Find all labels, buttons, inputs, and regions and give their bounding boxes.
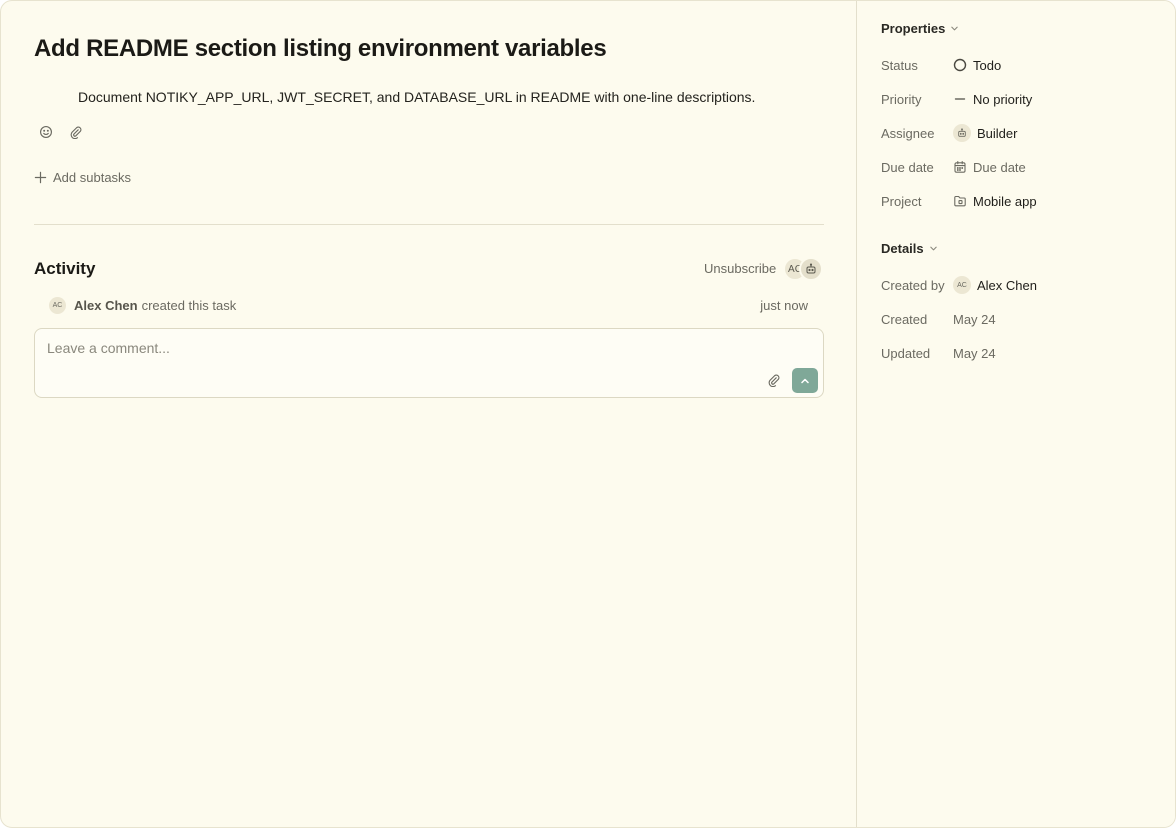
priority-dash-icon [953,92,967,106]
section-divider [34,224,824,225]
due-date-value: Due date [973,159,1026,175]
detail-created-by: Created by AC Alex Chen [881,275,1037,295]
property-status: Status Todo [881,55,1001,75]
bot-icon [958,128,966,137]
property-label: Status [881,57,918,73]
property-label: Updated [881,345,931,361]
send-comment-button[interactable] [792,368,818,393]
created-value: May 24 [953,311,996,327]
status-value: Todo [973,57,1002,73]
bot-avatar [953,124,971,142]
task-main-panel: Add README section listing environment v… [1,1,857,827]
created-by-value: Alex Chen [977,277,1037,293]
paperclip-icon [768,374,780,388]
event-time: just now [760,297,808,313]
assignee-value: Builder [977,125,1018,141]
comment-attach-button[interactable] [767,373,783,389]
property-label: Created by [881,277,945,293]
assignee-selector[interactable]: Builder [953,124,1017,142]
task-detail-window: Add README section listing environment v… [0,0,1176,828]
task-title[interactable]: Add README section listing environment v… [34,35,607,63]
priority-value: No priority [973,91,1033,107]
property-label: Assignee [881,125,935,141]
avatar: AC [49,296,66,314]
property-priority: Priority No priority [881,89,1032,109]
avatar: AC [953,276,971,294]
property-label: Project [881,193,922,209]
details-section-toggle[interactable]: Details [881,241,938,256]
status-selector[interactable]: Todo [953,58,1001,73]
folder-icon [953,194,967,208]
property-label: Due date [881,159,934,175]
emoji-icon [40,126,52,138]
unsubscribe-button[interactable]: Unsubscribe [704,261,776,276]
created-by-user: AC Alex Chen [953,276,1037,294]
updated-date: May 24 [953,346,996,361]
task-description[interactable]: Document NOTIKY_APP_URL, JWT_SECRET, and… [78,89,755,105]
add-subtasks-button[interactable]: Add subtasks [34,170,131,185]
event-action: created this task [141,297,237,313]
created-date: May 24 [953,312,996,327]
details-heading: Details [881,241,924,256]
project-value: Mobile app [973,193,1037,209]
properties-heading: Properties [881,21,946,36]
comment-composer [34,328,824,398]
task-sidebar: Properties Status Todo Priority No prior… [856,1,1175,827]
add-subtasks-label: Add subtasks [53,170,132,185]
activity-event: AC Alex Chen created this task just now [49,296,809,314]
project-selector[interactable]: Mobile app [953,194,1037,209]
description-toolbar [37,123,85,141]
chevron-down-icon [951,26,959,31]
due-date-picker[interactable]: Due date [953,160,1026,175]
comment-input[interactable] [47,340,747,356]
emoji-button[interactable] [37,123,55,141]
send-arrow-icon [801,378,809,383]
paperclip-icon [70,126,82,139]
bot-avatar [799,257,823,281]
event-author[interactable]: Alex Chen [74,298,138,313]
property-project: Project Mobile app [881,191,1037,211]
properties-section-toggle[interactable]: Properties [881,21,959,36]
property-label: Created [881,311,928,327]
status-circle-icon [953,58,967,72]
bot-icon [806,263,816,274]
property-due-date: Due date Due date [881,157,1026,177]
chevron-down-icon [929,246,937,251]
activity-heading: Activity [34,259,96,278]
calendar-icon [953,160,967,174]
updated-value: May 24 [953,345,996,361]
subscriber-avatars[interactable]: AC [783,257,827,281]
detail-updated: Updated May 24 [881,343,996,363]
property-label: Priority [881,91,922,107]
plus-icon [34,171,47,184]
property-assignee: Assignee Builder [881,123,1017,143]
attach-button[interactable] [67,123,85,141]
priority-selector[interactable]: No priority [953,92,1032,107]
detail-created: Created May 24 [881,309,996,329]
